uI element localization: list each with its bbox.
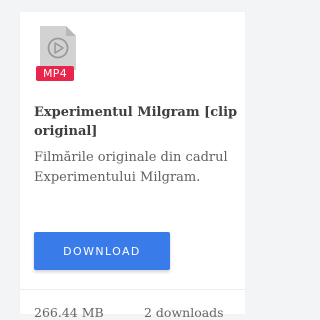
- download-button[interactable]: DOWNLOAD: [34, 232, 170, 270]
- file-type-badge: MP4: [36, 66, 74, 81]
- download-count: 2 downloads: [144, 305, 224, 320]
- file-title: Experimentul Milgram [clip original]: [34, 105, 238, 139]
- divider: [20, 289, 245, 290]
- file-size: 266.44 MB: [34, 305, 104, 320]
- video-play-icon: [36, 24, 80, 72]
- file-description: Filmările originale din cadrul Experimen…: [34, 150, 228, 185]
- file-card: MP4 Experimentul Milgram [clip original]…: [20, 12, 245, 320]
